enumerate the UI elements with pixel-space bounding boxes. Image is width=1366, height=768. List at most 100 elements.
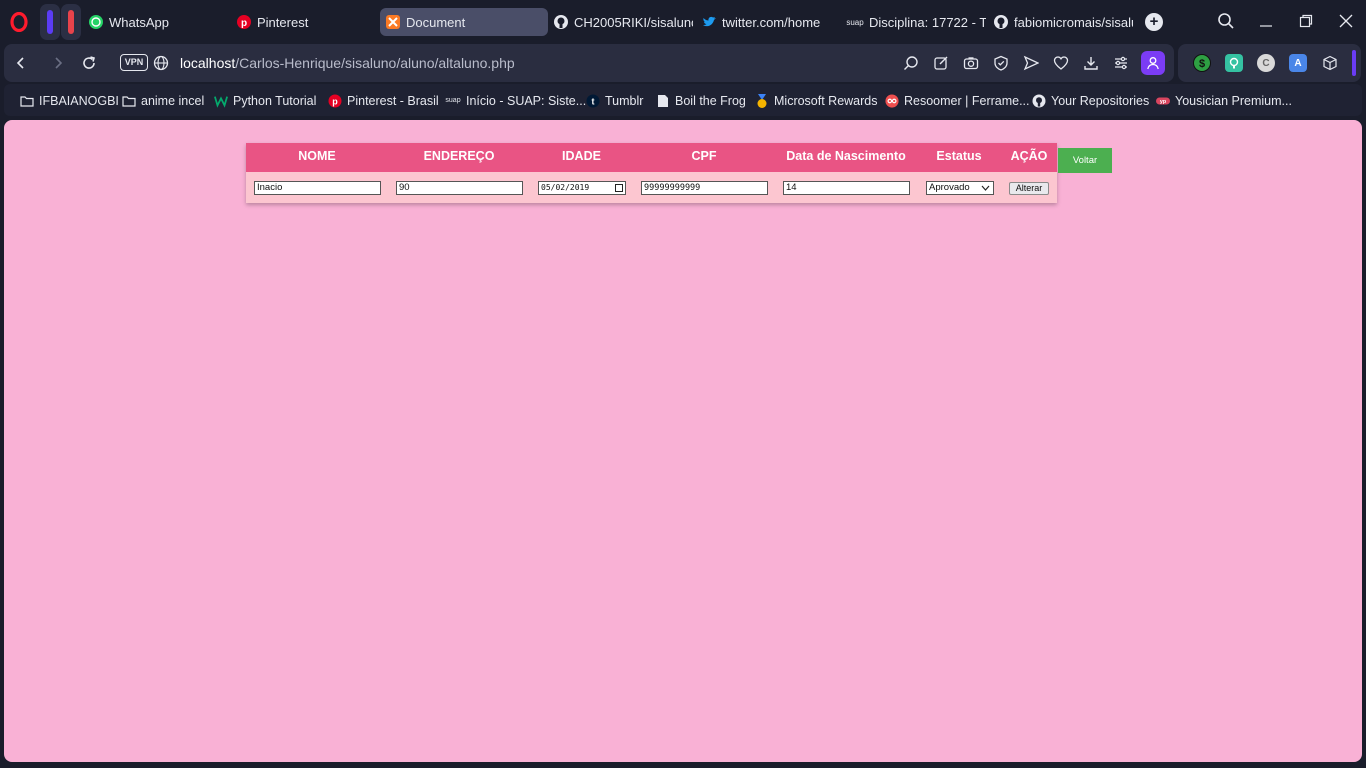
close-icon[interactable] [1335,10,1357,32]
tab-label: Pinterest [257,14,309,30]
url-host: localhost [180,55,236,71]
cpf-input[interactable]: 99999999999 [641,181,768,195]
folder-icon [122,94,136,108]
bookmark-microsoft-rewards[interactable]: Microsoft Rewards [755,92,878,109]
grammar-extension-icon[interactable] [1225,54,1243,72]
w3schools-icon [214,94,228,108]
camera-icon[interactable] [961,53,981,73]
github-icon [553,14,569,30]
header-cpf: CPF [691,149,717,163]
resoomer-icon [885,93,899,108]
back-icon[interactable] [11,53,31,73]
tab-document[interactable]: Document [380,8,548,36]
bookmark-suap-inicio[interactable]: suap Início - SUAP: Siste... [445,92,586,109]
tab-label: WhatsApp [109,14,169,30]
tab-suap-disciplina[interactable]: suap Disciplina: 17722 - TIN [846,9,986,35]
header-acao: AÇÃO [1010,149,1048,163]
url-path: /Carlos-Henrique/sisaluno/aluno/altaluno… [235,55,515,71]
tab-label: fabiomicromais/sisalun [1014,14,1133,30]
cube-extension-icon[interactable] [1321,54,1339,72]
alterar-button[interactable]: Alterar [1009,182,1049,195]
bookmark-label: Pinterest - Brasil [347,93,439,108]
page-search-icon[interactable] [901,53,921,73]
bookmark-boil-the-frog[interactable]: Boil the Frog [656,92,746,109]
idade-date-input[interactable]: 05/02/2019 [538,181,626,195]
minimize-icon[interactable] [1255,10,1277,32]
workspace-2-button[interactable] [61,4,81,40]
pinterest-icon: p [328,94,342,108]
restore-icon[interactable] [1295,10,1317,32]
bookmark-label: Your Repositories [1051,93,1150,108]
endereco-input[interactable]: 90 [396,181,523,195]
estatus-select[interactable]: Aprovado [926,181,994,195]
date-value: 05/02/2019 [541,183,590,192]
document-icon [656,94,670,108]
tab-label: Document [406,14,466,30]
bookmark-label: Yousician Premium... [1175,93,1292,108]
student-edit-table: NOME ENDEREÇO IDADE CPF Data de Nascimen… [246,143,1057,203]
tab-whatsapp[interactable]: WhatsApp [88,9,228,35]
translate-extension-icon[interactable]: A [1289,54,1307,72]
c-extension-icon[interactable]: C [1257,54,1275,72]
bookmark-folder-anime-incel[interactable]: anime incel [122,92,204,109]
new-tab-plus-icon[interactable]: + [1145,13,1163,31]
bookmark-label: Microsoft Rewards [774,93,878,108]
sidebar-indicator [1352,50,1356,76]
calendar-icon[interactable] [615,184,623,192]
tab-search-icon[interactable] [1215,10,1237,32]
reload-icon[interactable] [79,53,99,73]
dollar-extension-icon[interactable]: $ [1193,54,1211,72]
tab-bar: WhatsApp p Pinterest Document CH2005RIKI… [0,0,1366,44]
github-icon [993,14,1009,30]
tab-github-fabio[interactable]: fabiomicromais/sisalun [993,9,1133,35]
suap-icon: suap [846,17,864,27]
tumblr-icon: t [586,94,600,108]
extensions-panel: $ C A [1178,44,1361,82]
bookmark-label: Início - SUAP: Siste... [466,93,587,108]
easy-setup-icon[interactable] [1111,53,1131,73]
download-icon[interactable] [1081,53,1101,73]
header-data-nascimento: Data de Nascimento [786,149,906,163]
bookmark-label: Boil the Frog [675,93,746,108]
estatus-selected-value: Aprovado [929,182,970,193]
header-nome: NOME [298,149,336,163]
bookmark-tumblr[interactable]: t Tumblr [586,92,643,109]
bookmark-python-tutorial[interactable]: Python Tutorial [214,92,316,109]
page-content: NOME ENDEREÇO IDADE CPF Data de Nascimen… [4,120,1362,762]
tab-github-sisaluno[interactable]: CH2005RIKI/sisaluno [553,9,693,35]
shield-icon[interactable] [991,53,1011,73]
nome-input[interactable]: Inacio [254,181,381,195]
workspace-1-button[interactable] [40,4,60,40]
voltar-button[interactable]: Voltar [1058,148,1112,173]
header-endereco: ENDEREÇO [423,149,495,163]
heart-icon[interactable] [1051,53,1071,73]
bookmarks-bar: IFBAIANOGBI anime incel Python Tutorial … [4,84,1362,116]
bookmark-label: Python Tutorial [233,93,317,108]
svg-text:yp: yp [1160,99,1166,105]
tab-label: twitter.com/home [722,14,821,30]
vpn-badge[interactable]: VPN [120,54,148,71]
opera-logo-icon[interactable] [10,11,28,33]
forward-icon[interactable] [48,53,68,73]
bookmark-folder-ifbaianogbi[interactable]: IFBAIANOGBI [20,92,119,109]
bookmark-pinterest-brasil[interactable]: p Pinterest - Brasil [328,92,439,109]
pinterest-icon: p [236,14,252,30]
bookmark-label: Resoomer | Ferrame... [904,93,1030,108]
share-edit-icon[interactable] [931,53,951,73]
tab-pinterest[interactable]: p Pinterest [236,9,376,35]
tab-label: CH2005RIKI/sisaluno [574,14,693,30]
bookmark-your-repositories[interactable]: Your Repositories [1032,92,1149,109]
bookmark-yousician[interactable]: yp Yousician Premium... [1156,92,1292,109]
nascimento-input[interactable]: 14 [783,181,910,195]
folder-icon [20,94,34,108]
tab-twitter[interactable]: twitter.com/home [701,9,841,35]
globe-icon[interactable] [151,53,171,73]
profile-icon[interactable] [1141,51,1165,75]
xampp-icon [385,14,401,30]
send-icon[interactable] [1021,53,1041,73]
whatsapp-icon [88,14,104,30]
chevron-down-icon [981,184,990,192]
url-text[interactable]: localhost/Carlos-Henrique/sisaluno/aluno… [180,55,515,71]
medal-icon [755,93,769,108]
bookmark-resoomer[interactable]: Resoomer | Ferrame... [885,92,1030,109]
